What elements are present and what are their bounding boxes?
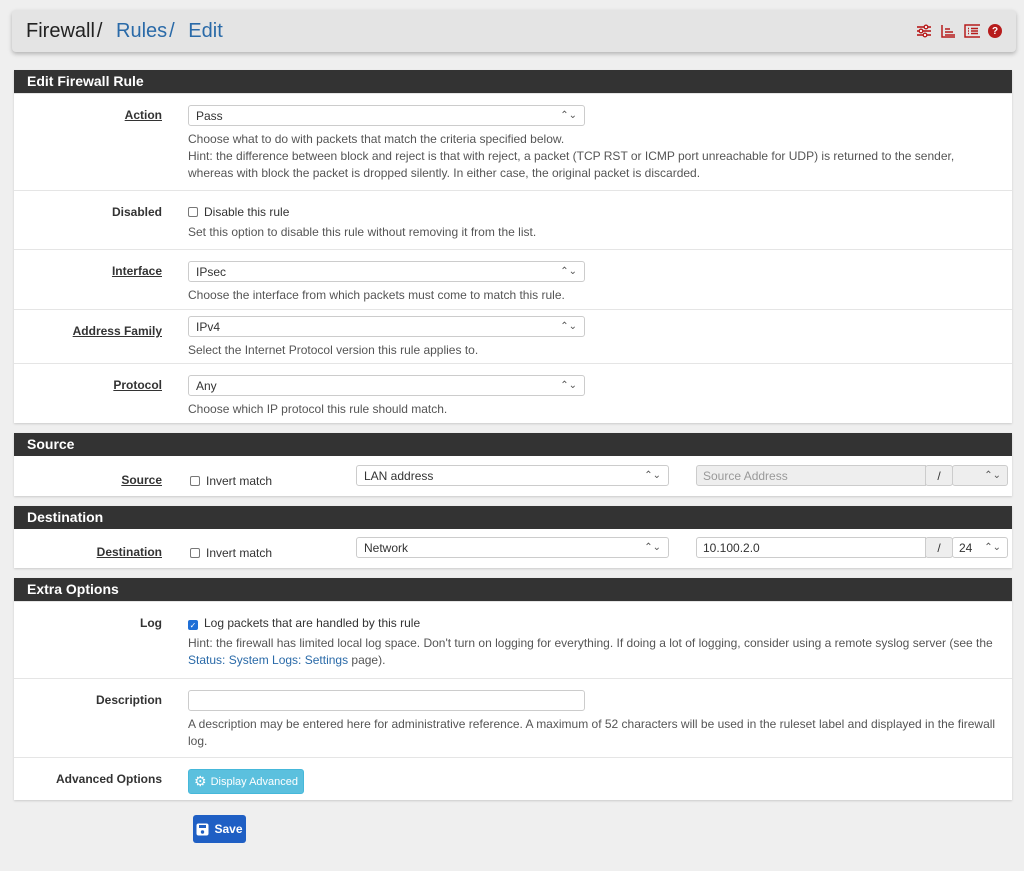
description-row: Description A description may be entered… <box>14 678 1012 757</box>
breadcrumb-edit[interactable]: Edit <box>188 20 222 42</box>
section-heading: Source <box>14 433 1012 456</box>
description-help: A description may be entered here for ad… <box>188 717 996 748</box>
log-checkbox[interactable]: ✓ Log packets that are handled by this ru… <box>188 616 1000 630</box>
destination-address-input[interactable]: 10.100.2.0 <box>696 537 926 558</box>
action-value: Pass <box>196 108 223 123</box>
destination-label: Destination <box>96 545 162 559</box>
log-checkbox-label: Log packets that are handled by this rul… <box>204 616 421 630</box>
edit-rule-panel: Edit Firewall Rule Action Pass ⌃⌄ Choose … <box>14 70 1012 423</box>
save-label: Save <box>214 822 243 836</box>
chevron-updown-icon: ⌃⌄ <box>560 110 577 121</box>
family-label: Address Family <box>72 324 162 338</box>
sliders-icon[interactable] <box>916 23 932 39</box>
chevron-updown-icon: ⌃⌄ <box>644 542 661 553</box>
family-help: Select the Internet Protocol version thi… <box>188 343 479 357</box>
source-address-input[interactable]: Source Address <box>696 465 926 486</box>
action-select[interactable]: Pass ⌃⌄ <box>188 105 585 126</box>
log-row: Log ✓ Log packets that are handled by thi… <box>14 601 1012 678</box>
source-panel: Source Source Invert match LAN address ⌃⌄… <box>14 433 1012 496</box>
destination-invert-label: Invert match <box>206 546 273 560</box>
description-label: Description <box>95 693 162 707</box>
family-value: IPv4 <box>196 319 221 334</box>
save-icon <box>196 823 209 835</box>
log-label: Log <box>140 616 162 630</box>
protocol-value: Any <box>196 378 217 393</box>
source-mask-select[interactable]: ⌃⌄ <box>952 465 1008 486</box>
description-input[interactable] <box>188 690 585 711</box>
section-heading: Destination <box>14 506 1012 529</box>
action-hint: Hint: the difference between block and r… <box>188 149 955 180</box>
protocol-label: Protocol <box>113 378 162 392</box>
destination-invert-checkbox[interactable]: Invert match <box>190 546 272 560</box>
breadcrumb-rules[interactable]: Rules <box>116 20 167 42</box>
family-select[interactable]: IPv4 ⌃⌄ <box>188 316 585 337</box>
extra-options-panel: Extra Options Log ✓ Log packets that are … <box>14 578 1012 800</box>
chevron-updown-icon: ⌃⌄ <box>984 470 1001 481</box>
chevron-updown-icon: ⌃⌄ <box>644 470 661 481</box>
disabled-row: Disabled Disable this rule Set this opti… <box>14 190 1012 249</box>
chevron-updown-icon: ⌃⌄ <box>560 266 577 277</box>
section-heading: Extra Options <box>14 578 1012 601</box>
breadcrumb: Firewall / Rules / Edit <box>26 19 223 42</box>
advanced-label: Advanced Options <box>55 772 162 786</box>
destination-type-value: Network <box>364 540 409 555</box>
destination-mask-value: 24 <box>959 540 973 555</box>
log-help: Hint: the firewall has limited local log… <box>188 636 993 667</box>
disable-checkbox-label: Disable this rule <box>204 205 290 219</box>
source-invert-label: Invert match <box>206 474 273 488</box>
interface-row: Interface IPsec ⌃⌄ Choose the interface f… <box>14 249 1012 309</box>
display-advanced-label: Display Advanced <box>210 775 299 788</box>
destination-panel: Destination Destination Invert match Net… <box>14 506 1012 568</box>
interface-select[interactable]: IPsec ⌃⌄ <box>188 261 585 282</box>
system-logs-settings-link[interactable]: Status: System Logs: Settings <box>188 653 348 667</box>
action-help: Choose what to do with packets that matc… <box>188 132 565 146</box>
advanced-row: Advanced Options ⚙ Display Advanced <box>14 757 1012 800</box>
disable-checkbox[interactable]: Disable this rule <box>188 205 1000 219</box>
source-slash: / <box>925 465 953 486</box>
interface-label: Interface <box>111 264 162 278</box>
source-label: Source <box>121 473 162 487</box>
destination-type-select[interactable]: Network ⌃⌄ <box>356 537 669 558</box>
destination-slash: / <box>925 537 953 558</box>
chevron-updown-icon: ⌃⌄ <box>560 380 577 391</box>
interface-help: Choose the interface from which packets … <box>188 288 565 302</box>
family-row: Address Family IPv4 ⌃⌄ Select the Interne… <box>14 309 1012 363</box>
protocol-select[interactable]: Any ⌃⌄ <box>188 375 585 396</box>
gear-icon: ⚙ <box>194 773 207 789</box>
save-button[interactable]: Save <box>193 815 246 843</box>
breadcrumb-firewall: Firewall <box>26 19 95 42</box>
chart-icon[interactable] <box>940 23 956 39</box>
source-type-select[interactable]: LAN address ⌃⌄ <box>356 465 669 486</box>
source-invert-checkbox[interactable]: Invert match <box>190 474 272 488</box>
action-label: Action <box>124 108 162 122</box>
page-header: Firewall / Rules / Edit ? <box>12 10 1016 52</box>
list-icon[interactable] <box>964 23 980 39</box>
help-icon[interactable]: ? <box>988 24 1002 38</box>
chevron-updown-icon: ⌃⌄ <box>984 542 1001 553</box>
disabled-label: Disabled <box>111 205 162 219</box>
protocol-row: Protocol Any ⌃⌄ Choose which IP protocol … <box>14 363 1012 423</box>
display-advanced-button[interactable]: ⚙ Display Advanced <box>188 769 305 794</box>
destination-mask-select[interactable]: 24 ⌃⌄ <box>952 537 1008 558</box>
chevron-updown-icon: ⌃⌄ <box>560 321 577 332</box>
action-row: Action Pass ⌃⌄ Choose what to do with pac… <box>14 93 1012 190</box>
disabled-help: Set this option to disable this rule wit… <box>188 225 537 239</box>
protocol-help: Choose which IP protocol this rule shoul… <box>188 402 448 416</box>
source-type-value: LAN address <box>364 468 434 483</box>
section-heading: Edit Firewall Rule <box>14 70 1012 93</box>
interface-value: IPsec <box>196 264 227 279</box>
